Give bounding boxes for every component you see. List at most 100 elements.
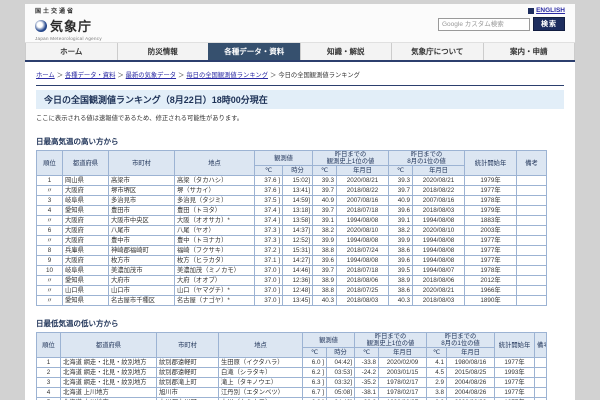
- nav-item-guide-application[interactable]: 案内・申請: [483, 43, 576, 60]
- table-cell: 38.9: [389, 276, 413, 286]
- table-cell: 旭川市: [157, 388, 219, 398]
- table-cell: [517, 216, 547, 226]
- table-cell: [517, 236, 547, 246]
- col-stats-start: 統計開始年: [495, 333, 535, 358]
- col-rank: 順位: [37, 151, 63, 176]
- agency-name-en: Japan Meteorological Agency: [35, 36, 102, 41]
- table-cell: 〃: [37, 236, 63, 246]
- table-cell: 2018/07/18: [337, 206, 389, 216]
- table-cell: 15:31]: [283, 246, 313, 256]
- table-cell: 美濃加茂（ミノカモ）: [175, 266, 255, 276]
- table-cell: 愛知県: [63, 276, 109, 286]
- breadcrumb-link-latest-data[interactable]: 最新の気象データ: [126, 72, 176, 79]
- nav-item-about-jma[interactable]: 気象庁について: [391, 43, 483, 60]
- table-cell: 〃: [37, 286, 63, 296]
- breadcrumb: ホーム＞各種データ・資料＞最新の気象データ＞毎日の全国観測値ランキング＞今日の全…: [36, 70, 564, 79]
- col-station: 地点: [175, 151, 255, 176]
- table-cell: 40.3: [389, 296, 413, 306]
- table-row: 4北海道 上川地方旭川市江丹別（エタンベツ）6.7 ]05:08]-38.119…: [37, 388, 547, 398]
- table-cell: 4: [37, 206, 63, 216]
- table-cell: 15:02]: [283, 176, 313, 186]
- table-cell: 大阪府: [63, 256, 109, 266]
- table-cell: 37.0 ]: [255, 296, 283, 306]
- table-cell: [535, 378, 547, 388]
- table-cell: 大阪府: [63, 236, 109, 246]
- table-cell: 39.6: [313, 256, 337, 266]
- table-cell: [535, 368, 547, 378]
- search-input[interactable]: [438, 18, 530, 31]
- table-row: 8兵庫県神崎郡福崎町福崎（フクサキ）37.2 ]15:31]38.82018/0…: [37, 246, 547, 256]
- table-cell: 豊中市: [109, 236, 175, 246]
- table-cell: 紋別郡滝上町: [157, 378, 219, 388]
- col-temp-unit: ℃: [427, 348, 447, 358]
- table-cell: 白滝（シラタキ）: [219, 368, 303, 378]
- nav-item-data-materials[interactable]: 各種データ・資料: [208, 43, 300, 60]
- site-header: 国土交通省 気象庁 Japan Meteorological Agency EN…: [25, 4, 575, 42]
- table-cell: 1994/08/08: [413, 216, 465, 226]
- table-cell: 豊田市: [109, 206, 175, 216]
- table-cell: 滝上（タキノウエ）: [219, 378, 303, 388]
- table-cell: 2015/08/25: [447, 368, 495, 378]
- table-cell: 1994/08/08: [337, 256, 389, 266]
- table-row: 〃大阪府豊中市豊中（トヨナカ）37.3 ]12:52]39.91994/08/0…: [37, 236, 547, 246]
- breadcrumb-link-data[interactable]: 各種データ・資料: [65, 72, 115, 79]
- col-city: 市町村: [109, 151, 175, 176]
- table-cell: 2007/08/16: [337, 196, 389, 206]
- breadcrumb-separator: ＞: [117, 72, 123, 79]
- col-record-aug: 昨日までの8月の1位の値: [389, 151, 465, 166]
- table-cell: 1993年: [495, 368, 535, 378]
- table-cell: 13:41]: [283, 186, 313, 196]
- search-button[interactable]: 検索: [533, 17, 565, 31]
- table-cell: 〃: [37, 296, 63, 306]
- table-row: 6大阪府八尾市八尾（ヤオ）37.3 ]14:37]38.22020/08/103…: [37, 226, 547, 236]
- table-cell: 39.6: [389, 206, 413, 216]
- col-rank: 順位: [37, 333, 61, 358]
- nav-item-knowledge[interactable]: 知識・解説: [300, 43, 392, 60]
- table-cell: 堺市堺区: [109, 186, 175, 196]
- nav-item-disaster-info[interactable]: 防災情報: [117, 43, 209, 60]
- breadcrumb-link-daily-ranking[interactable]: 毎日の全国観測値ランキング: [186, 72, 268, 79]
- section-title-max-temp: 日最高気温の高い方から: [36, 136, 564, 147]
- main-content: ホーム＞各種データ・資料＞最新の気象データ＞毎日の全国観測値ランキング＞今日の全…: [25, 62, 575, 400]
- breadcrumb-separator: ＞: [270, 72, 276, 79]
- table-cell: [517, 176, 547, 186]
- table-cell: [517, 266, 547, 276]
- table-cell: 40.9: [389, 196, 413, 206]
- table-cell: 2018/08/06: [337, 276, 389, 286]
- table-cell: 38.2: [313, 226, 337, 236]
- col-time: 時分: [283, 166, 313, 176]
- table-cell: 紋別郡遠軽町: [157, 358, 219, 368]
- table-cell: 37.4 ]: [255, 206, 283, 216]
- breadcrumb-link-home[interactable]: ホーム: [36, 72, 55, 79]
- table-cell: 1977年: [495, 378, 535, 388]
- table-cell: 2020/08/21: [413, 176, 465, 186]
- table-cell: -35.2: [355, 378, 379, 388]
- table-row: 4愛知県豊田市豊田（トヨタ）37.4 ]13:18]39.72018/07/18…: [37, 206, 547, 216]
- table-cell: 37.4 ]: [255, 216, 283, 226]
- table-cell: 38.8: [313, 246, 337, 256]
- table-cell: 38.8: [313, 286, 337, 296]
- table-cell: 2018/08/06: [413, 276, 465, 286]
- provisional-note: ここに表示される値は速報値であるため、修正される可能性があります。: [36, 113, 564, 122]
- table-cell: 14:59]: [283, 196, 313, 206]
- table-cell: 39.7: [313, 186, 337, 196]
- table-cell: [517, 246, 547, 256]
- table-cell: [517, 206, 547, 216]
- table-cell: 37.3 ]: [255, 236, 283, 246]
- col-date: 年月日: [447, 348, 495, 358]
- col-date: 年月日: [337, 166, 389, 176]
- table-cell: [517, 296, 547, 306]
- table-cell: 39.3: [389, 176, 413, 186]
- agency-logo[interactable]: 国土交通省 気象庁 Japan Meteorological Agency: [35, 6, 102, 41]
- nav-item-home[interactable]: ホーム: [25, 43, 117, 60]
- table-cell: 1977年: [495, 388, 535, 398]
- table-cell: 2018/08/03: [413, 206, 465, 216]
- table-cell: 39.9: [389, 236, 413, 246]
- table-cell: 4.5: [427, 368, 447, 378]
- table-cell: 名古屋市千種区: [109, 296, 175, 306]
- english-link[interactable]: ENGLISH: [536, 7, 565, 14]
- table-cell: [517, 286, 547, 296]
- col-observed: 観測値: [303, 333, 355, 348]
- col-remarks: 備考: [535, 333, 547, 358]
- table-cell: 1979年: [465, 176, 517, 186]
